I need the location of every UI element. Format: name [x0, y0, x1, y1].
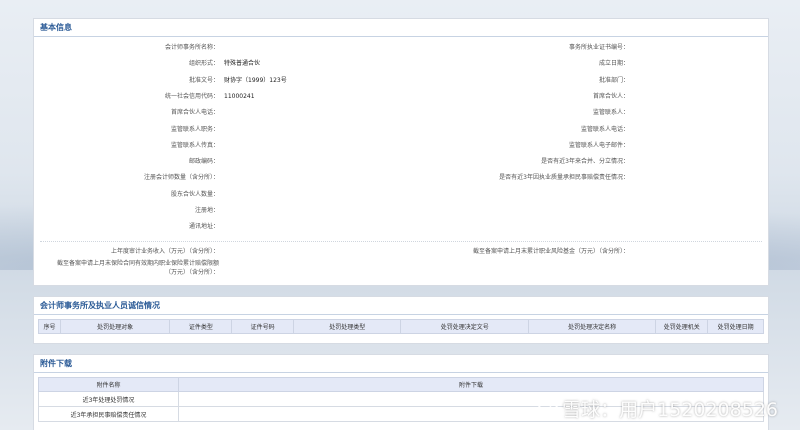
attachment-title: 附件下载: [34, 355, 768, 373]
attachment-header-download: 附件下载: [178, 377, 764, 392]
integrity-column-header: 处罚处理机关: [655, 319, 709, 334]
insurance-limit-label-b: （万元）（含分所）：: [164, 269, 219, 276]
field-label: 注册地：: [194, 207, 219, 214]
field-label: 监管联系人电话：: [580, 125, 629, 133]
field-label: 是否有近3年因执业质量承担民事赔偿责任情况：: [499, 174, 629, 182]
integrity-column-header: 证件号码: [231, 319, 294, 334]
field-row: 首席合伙人：: [34, 92, 770, 102]
integrity-column-header: 处罚处理日期: [707, 319, 764, 334]
integrity-title: 会计师事务所及执业人员诚信情况: [34, 297, 768, 315]
snowball-logo-icon: [538, 398, 559, 419]
basic-divider: [40, 241, 762, 242]
field-label: 股东合伙人数量：: [170, 190, 219, 198]
field-row: 股东合伙人数量：: [34, 190, 414, 200]
integrity-column-header: 处罚处理决定文号: [400, 319, 529, 334]
integrity-panel: 会计师事务所及执业人员诚信情况 序号 处罚处理对象 证件类型 证件号码 处罚处理类型 处罚…: [33, 296, 769, 344]
field-label: 成立日期：: [598, 60, 629, 68]
field-row: 监管联系人电子邮件：: [34, 141, 770, 151]
attachment-name: 近3年处理处罚情况: [38, 391, 179, 407]
field-row: 通讯地址：: [34, 222, 414, 232]
field-label: 通讯地址：: [188, 223, 219, 231]
integrity-column-header: 证件类型: [169, 319, 233, 334]
integrity-column-header: 序号: [38, 319, 61, 334]
field-label: 批准部门：: [598, 76, 629, 84]
attachment-name: 近3年承担民事赔偿责任情况: [38, 406, 179, 422]
integrity-column-header: 处罚处理类型: [292, 319, 402, 334]
field-row: 注册地：: [34, 206, 414, 216]
field-row: 成立日期：: [34, 59, 770, 69]
integrity-table-wrap: 序号 处罚处理对象 证件类型 证件号码 处罚处理类型 处罚处理决定文号 处罚处理决定名称 处罚…: [38, 319, 764, 334]
field-label: 监管联系人电子邮件：: [568, 141, 629, 149]
field-row: 批准部门：: [34, 76, 770, 86]
field-label: 监管联系人：: [592, 109, 629, 117]
field-row: 监管联系人：: [34, 108, 770, 118]
basic-info-title: 基本信息: [34, 19, 768, 37]
field-label: 事务所执业证书编号：: [568, 44, 629, 51]
basic-info-panel: 基本信息 上年度审计业务收入（万元）（含分所）： 截至备案申请上月末累计职业风险…: [33, 18, 769, 286]
integrity-column-header: 处罚处理决定名称: [527, 319, 657, 334]
attachment-header-name: 附件名称: [38, 377, 179, 392]
integrity-table: 序号 处罚处理对象 证件类型 证件号码 处罚处理类型 处罚处理决定文号 处罚处理决定名称 处罚…: [38, 319, 764, 334]
integrity-header-row: 序号 处罚处理对象 证件类型 证件号码 处罚处理类型 处罚处理决定文号 处罚处理决定名称 处罚…: [38, 319, 764, 334]
risk-fund-row: 截至备案申请上月末累计职业风险基金（万元）（含分所）：: [34, 247, 770, 257]
field-label: 是否有近3年来合并、分立情况：: [541, 158, 629, 166]
watermark: 雪球：用户1520208526: [538, 395, 778, 422]
risk-fund-label: 截至备案申请上月末累计职业风险基金（万元）（含分所）：: [472, 248, 629, 255]
field-row: 是否有近3年因执业质量承担民事赔偿责任情况：: [34, 173, 770, 183]
field-label: 首席合伙人：: [592, 92, 629, 100]
integrity-column-header: 处罚处理对象: [59, 319, 171, 334]
insurance-limit-row-2: （万元）（含分所）：: [34, 268, 770, 278]
watermark-text: 雪球：用户1520208526: [562, 399, 778, 421]
field-row: 事务所执业证书编号：: [34, 43, 770, 53]
field-row: 是否有近3年来合并、分立情况：: [34, 157, 770, 167]
field-row: 监管联系人电话：: [34, 125, 770, 135]
attachment-header-row: 附件名称 附件下载: [38, 377, 764, 392]
